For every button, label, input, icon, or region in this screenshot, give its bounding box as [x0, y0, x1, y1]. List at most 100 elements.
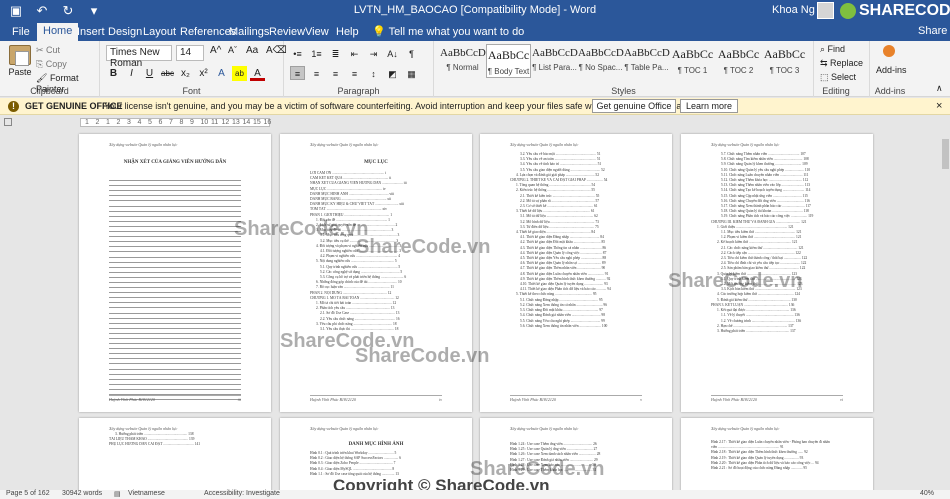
- page-thumbnail[interactable]: Xây dựng website Quản lý nguồn nhân lực …: [79, 418, 271, 498]
- tab-help[interactable]: Help: [336, 24, 359, 41]
- text-effects-button[interactable]: A: [214, 66, 229, 81]
- clipboard-group: Paste ✂ Cut ⎘ Copy 🖌 Format Painter Clip…: [0, 41, 100, 97]
- style-toc-2[interactable]: AaBbCc ¶ TOC 2: [716, 44, 761, 78]
- cut-button[interactable]: ✂ Cut: [36, 45, 60, 56]
- word-count[interactable]: 30942 words: [62, 490, 102, 497]
- toc-list: 5.7. Chức năng Thêm nhân viên ..........…: [711, 152, 843, 334]
- line-spacing-icon[interactable]: ↕: [366, 66, 381, 80]
- tab-design[interactable]: Design: [108, 24, 142, 41]
- tab-references[interactable]: References: [180, 24, 236, 41]
- numbering-icon[interactable]: 1≡: [309, 46, 324, 60]
- zoom-level[interactable]: 40%: [920, 490, 934, 497]
- subscript-button[interactable]: x₂: [178, 66, 193, 81]
- find-button[interactable]: ⌕ Find: [820, 44, 845, 55]
- style-list-paragraph[interactable]: AaBbCcD ¶ List Para...: [532, 44, 578, 78]
- align-center-icon[interactable]: ≡: [309, 66, 324, 80]
- ruler-tick-label: 5: [148, 119, 152, 126]
- page-thumbnail[interactable]: Xây dựng website Quản lý nguồn nhân lực …: [480, 134, 672, 412]
- paste-label: Paste: [8, 67, 32, 77]
- strikethrough-button[interactable]: abc: [160, 66, 175, 81]
- shading-icon[interactable]: ◩: [385, 66, 400, 80]
- tab-selector[interactable]: [4, 118, 12, 126]
- tab-file[interactable]: File: [12, 24, 30, 41]
- bold-button[interactable]: B: [106, 66, 121, 81]
- tell-me-text: Tell me what you want to do: [388, 26, 525, 38]
- addins-icon[interactable]: [883, 45, 895, 57]
- style-normal[interactable]: AaBbCcD ¶ Normal: [440, 44, 486, 78]
- increase-indent-icon[interactable]: ⇥: [366, 46, 381, 60]
- page-thumbnail[interactable]: Xây dựng website Quản lý nguồn nhân lực …: [280, 134, 472, 412]
- style-sample: AaBbCc: [671, 47, 714, 61]
- tab-home[interactable]: Home: [37, 23, 79, 41]
- style-no-spacing[interactable]: AaBbCcD ¶ No Spac...: [578, 44, 624, 78]
- font-size-select[interactable]: 14: [176, 45, 204, 61]
- select-button[interactable]: ⬚ Select: [820, 72, 856, 83]
- watermark-text: ShareCode.vn: [668, 270, 803, 292]
- addins-button[interactable]: Add-ins: [876, 65, 907, 75]
- tab-insert[interactable]: Insert: [77, 24, 105, 41]
- sharecode-logo: SHARECODE.vn: [840, 0, 950, 22]
- styles-label: Styles: [611, 86, 636, 96]
- font-color-button[interactable]: A: [250, 66, 265, 81]
- underline-button[interactable]: U: [142, 66, 157, 81]
- paste-button[interactable]: Paste: [6, 45, 34, 77]
- page-count[interactable]: Page 5 of 162: [6, 490, 50, 497]
- tab-review[interactable]: Review: [269, 24, 305, 41]
- align-right-icon[interactable]: ≡: [328, 66, 343, 80]
- learn-more-button[interactable]: Learn more: [680, 99, 738, 113]
- multilevel-list-icon[interactable]: ≣: [328, 46, 343, 60]
- page-thumbnail[interactable]: Xây dựng website Quản lý nguồn nhân lực …: [79, 134, 271, 412]
- tell-me-box[interactable]: 💡 Tell me what you want to do: [372, 25, 524, 38]
- tab-layout[interactable]: Layout: [143, 24, 176, 41]
- page-number: v: [640, 397, 642, 402]
- shrink-font-icon[interactable]: Aˇ: [228, 45, 237, 55]
- tab-view[interactable]: View: [305, 24, 329, 41]
- ruler-tick-label: 4: [137, 119, 142, 126]
- close-icon[interactable]: ×: [936, 100, 942, 112]
- accessibility-status[interactable]: Accessibility: Investigate: [204, 490, 280, 497]
- superscript-button[interactable]: x²: [196, 66, 211, 81]
- style-body-text[interactable]: AaBbCc ¶ Body Text: [486, 44, 531, 78]
- share-button[interactable]: Share: [918, 25, 947, 37]
- scrollbar-thumb[interactable]: [942, 139, 949, 169]
- style-toc-3[interactable]: AaBbCc ¶ TOC 3: [762, 44, 807, 78]
- font-name-select[interactable]: Times New Roman: [106, 45, 172, 69]
- replace-button[interactable]: ⇆ Replace: [820, 58, 863, 69]
- borders-icon[interactable]: ▦: [404, 66, 419, 80]
- comment-lines: [109, 176, 241, 401]
- justify-icon[interactable]: ≡: [347, 66, 362, 80]
- paragraph-group: •≡ 1≡ ≣ ⇤ ⇥ A↓ ¶ ≡ ≡ ≡ ≡ ↕ ◩ ▦ Paragraph: [284, 41, 434, 97]
- highlight-button[interactable]: ab: [232, 66, 247, 81]
- avatar[interactable]: [817, 2, 834, 19]
- collapse-ribbon-icon[interactable]: ∧: [936, 83, 943, 94]
- ruler-tick-label: 3: [127, 119, 131, 126]
- vertical-scrollbar[interactable]: [941, 129, 950, 490]
- page-header: Xây dựng website Quản lý nguồn nhân lực: [711, 426, 780, 431]
- style-sample: AaBbCcD: [578, 47, 624, 59]
- tab-mailings[interactable]: Mailings: [229, 24, 269, 41]
- get-genuine-button[interactable]: Get genuine Office: [592, 99, 676, 113]
- ruler-tick-label: 14: [242, 119, 251, 126]
- lightbulb-icon: 💡: [372, 26, 389, 38]
- toc-entry: 5.6. Chức năng Xem thông tin nhân viên .…: [520, 323, 608, 328]
- ruler-scale[interactable]: 1 2 1 2 3 4 5 6 7 8 9 10 11 12 13 14 15 16: [80, 118, 271, 127]
- style-toc-1[interactable]: AaBbCc ¶ TOC 1: [670, 44, 715, 78]
- proofing-icon[interactable]: ▤: [114, 490, 121, 498]
- bullets-icon[interactable]: •≡: [290, 46, 305, 60]
- language[interactable]: Vietnamese: [128, 490, 165, 497]
- ruler-tick-label: 1: [106, 119, 110, 126]
- grow-font-icon[interactable]: A^: [210, 45, 221, 56]
- align-left-icon[interactable]: ≡: [290, 66, 305, 80]
- page-thumbnail[interactable]: Xây dựng website Quản lý nguồn nhân lực …: [681, 418, 873, 498]
- copy-button[interactable]: ⎘ Copy: [36, 59, 67, 70]
- change-case-icon[interactable]: Aa: [246, 45, 258, 56]
- style-table-paragraph[interactable]: AaBbCcD ¶ Table Pa...: [624, 44, 670, 78]
- show-marks-icon[interactable]: ¶: [404, 46, 419, 60]
- user-name[interactable]: Khoa Ng: [772, 4, 815, 16]
- italic-button[interactable]: I: [124, 66, 139, 81]
- ruler-tick-label: 9: [190, 119, 194, 126]
- sort-icon[interactable]: A↓: [385, 46, 400, 60]
- warning-icon: !: [8, 101, 19, 112]
- decrease-indent-icon[interactable]: ⇤: [347, 46, 362, 60]
- page-title: MỤC LỤC: [364, 160, 388, 165]
